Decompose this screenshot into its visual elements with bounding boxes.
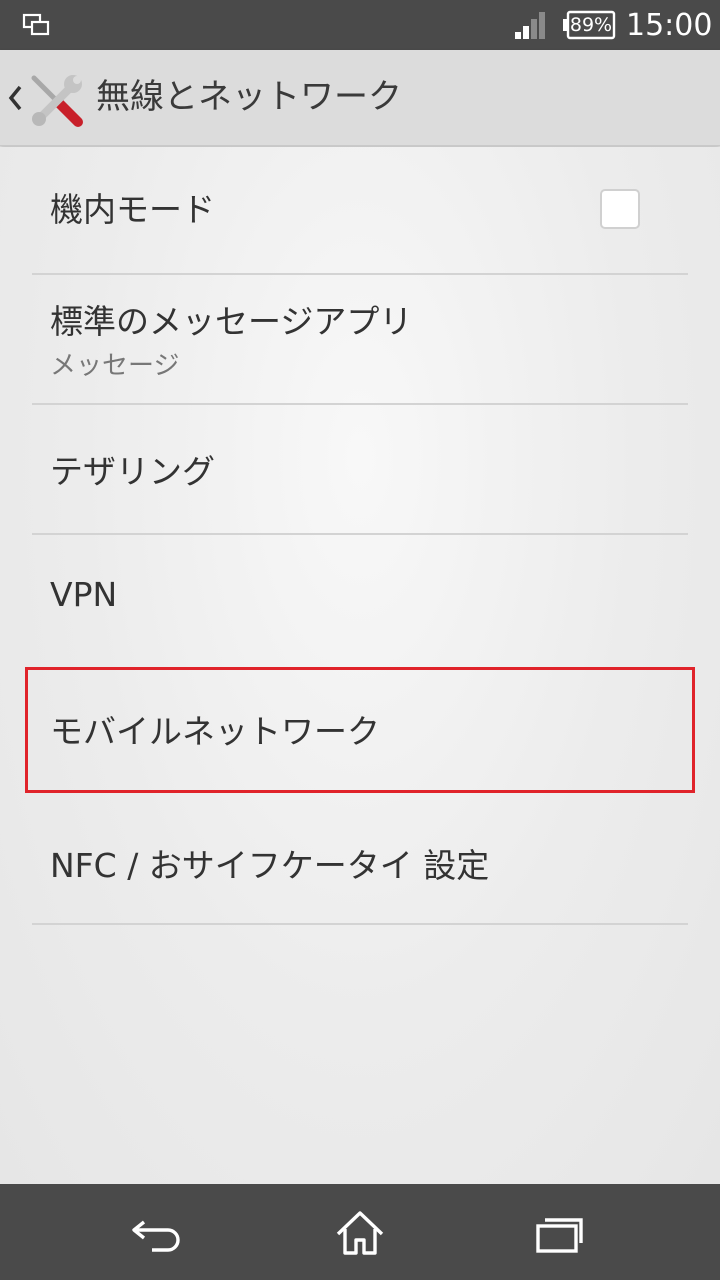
tools-icon <box>31 75 83 127</box>
status-bar: 89% 15:00 <box>0 0 720 50</box>
list-item-title: 機内モード <box>50 190 215 229</box>
list-item-title: 標準のメッセージアプリ <box>50 302 413 341</box>
screen-mirror-icon <box>22 13 50 36</box>
list-item-nfc-settings[interactable]: NFC / おサイフケータイ 設定 <box>32 797 688 925</box>
clock: 15:00 <box>626 8 713 43</box>
back-icon[interactable] <box>130 1214 186 1254</box>
battery-level: 89% <box>569 14 613 36</box>
list-item-default-sms-app[interactable]: 標準のメッセージアプリ メッセージ <box>32 277 688 405</box>
settings-list: 機内モード 標準のメッセージアプリ メッセージ テザリング VPN モバイルネッ… <box>0 147 720 1184</box>
list-item-airplane-mode[interactable]: 機内モード <box>32 147 688 275</box>
back-caret-icon[interactable] <box>6 84 24 112</box>
page-title: 無線とネットワーク <box>96 77 402 117</box>
list-item-subtitle: メッセージ <box>50 351 180 381</box>
navigation-bar <box>0 1184 720 1280</box>
list-item-title: テザリング <box>50 452 215 491</box>
airplane-mode-checkbox[interactable] <box>600 189 640 229</box>
action-bar: 無線とネットワーク <box>0 50 720 146</box>
list-item-title: NFC / おサイフケータイ 設定 <box>50 846 490 885</box>
list-item-title: VPN <box>50 575 118 614</box>
recent-apps-icon[interactable] <box>534 1212 584 1254</box>
list-item-vpn[interactable]: VPN <box>32 537 688 665</box>
signal-icon <box>515 12 545 39</box>
highlight-box <box>25 667 695 793</box>
list-item-tethering[interactable]: テザリング <box>32 407 688 535</box>
home-icon[interactable] <box>334 1210 386 1256</box>
